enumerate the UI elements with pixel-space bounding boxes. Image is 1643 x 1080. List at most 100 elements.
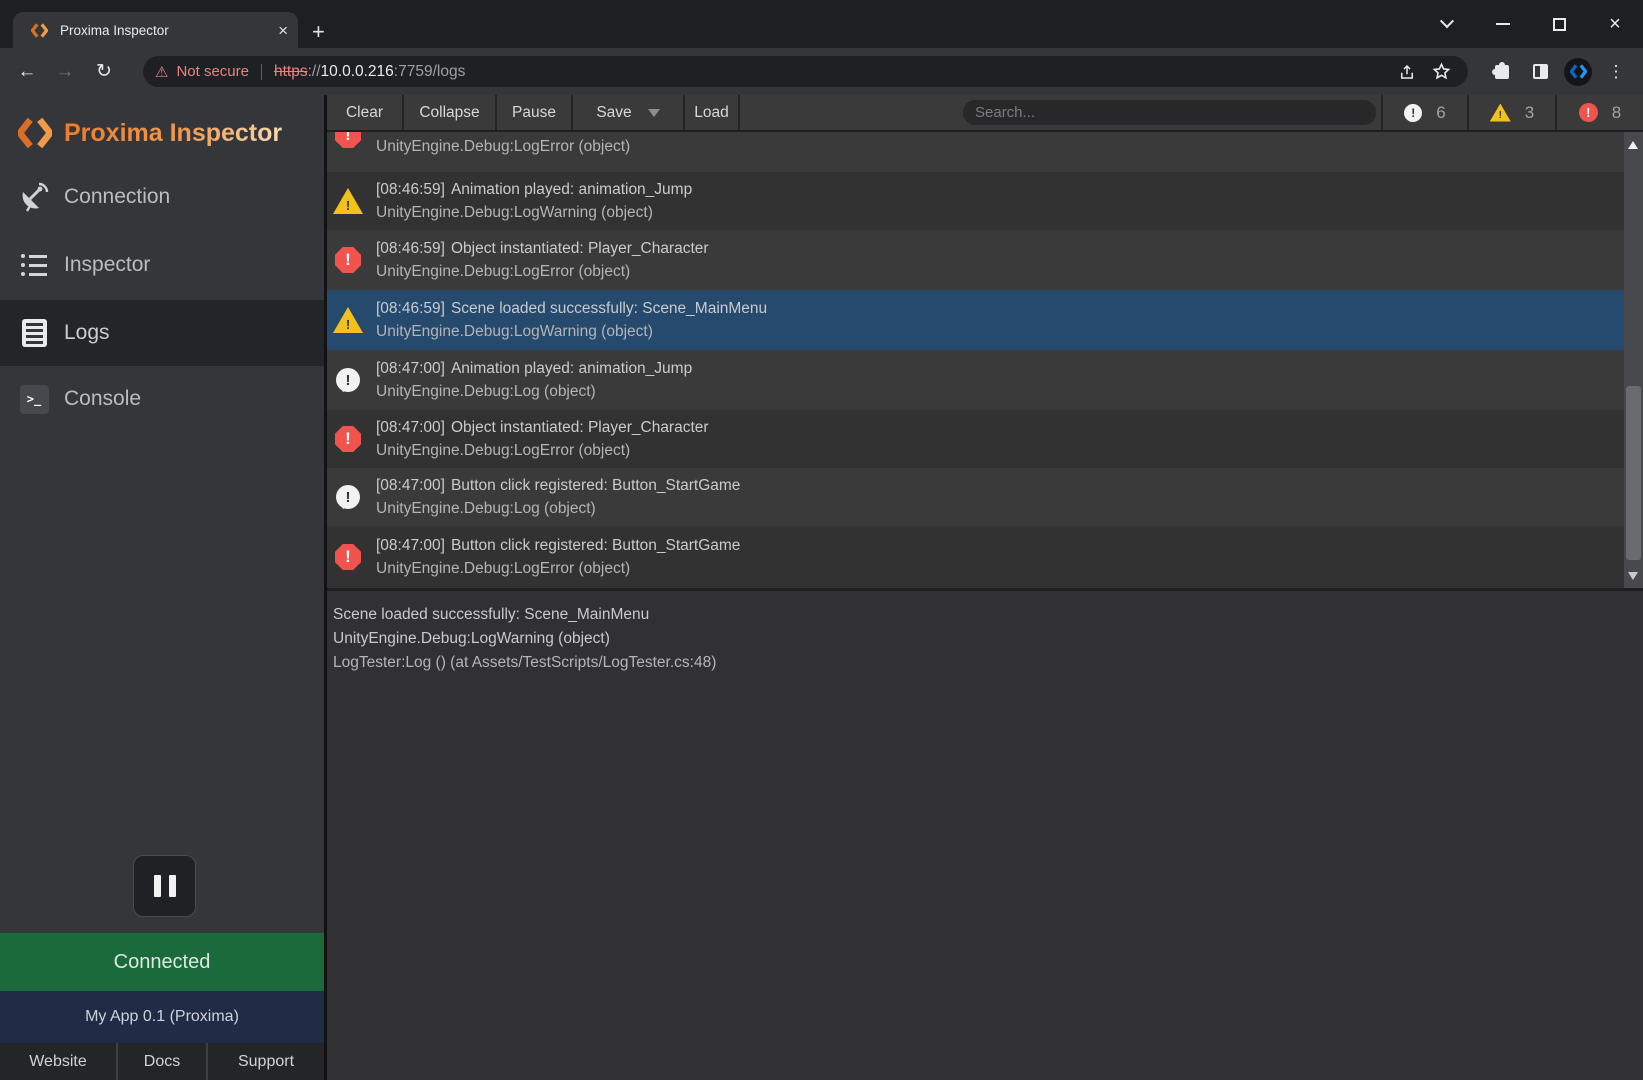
docs-link[interactable]: Docs	[116, 1043, 206, 1080]
error-count: 8	[1612, 103, 1621, 123]
info-icon: !	[336, 368, 360, 392]
sidebar-item-connection[interactable]: Connection	[0, 164, 324, 230]
log-entry[interactable]: ! [08:47:00]Button click registered: But…	[327, 526, 1624, 588]
terminal-icon: >_	[18, 385, 50, 414]
error-icon: !	[335, 544, 361, 570]
log-stack: UnityEngine.Debug:LogError (object)	[376, 260, 709, 283]
minimize-button[interactable]	[1475, 0, 1531, 48]
log-entry-selected[interactable]: ! [08:46:59]Scene loaded successfully: S…	[327, 290, 1624, 350]
info-icon: !	[336, 485, 360, 509]
sidebar-footer: Website Docs Support	[0, 1043, 324, 1080]
warning-icon: !	[333, 307, 363, 333]
maximize-button[interactable]	[1531, 0, 1587, 48]
tab-title: Proxima Inspector	[60, 23, 278, 38]
sidebar: Proxima Inspector Connection	[0, 95, 324, 1080]
proxima-logo-icon	[18, 116, 52, 150]
error-icon: !	[335, 426, 361, 452]
log-message: [08:46:59]Object instantiated: Player_Ch…	[376, 237, 709, 260]
extensions-puzzle-icon[interactable]	[1483, 65, 1521, 79]
app-info-bar: My App 0.1 (Proxima)	[0, 991, 324, 1043]
address-divider	[261, 64, 262, 80]
detail-message: Scene loaded successfully: Scene_MainMen…	[333, 603, 1633, 627]
pause-icon	[154, 875, 161, 897]
warning-count: 3	[1525, 103, 1534, 123]
log-stack: UnityEngine.Debug:Log (object)	[376, 497, 740, 520]
error-icon: !	[1579, 103, 1598, 122]
sidebar-item-label: Inspector	[64, 253, 150, 277]
bookmark-star-icon[interactable]	[1424, 62, 1458, 81]
log-entry[interactable]: ! [08:46:59]Animation played: animation_…	[327, 172, 1624, 230]
error-count-filter[interactable]: ! 8	[1555, 95, 1643, 130]
sidebar-item-label: Console	[64, 387, 141, 411]
clear-button[interactable]: Clear	[327, 95, 404, 130]
warning-count-filter[interactable]: ! 3	[1467, 95, 1555, 130]
website-link[interactable]: Website	[0, 1043, 116, 1080]
info-count-filter[interactable]: ! 6	[1381, 95, 1467, 130]
error-icon: !	[335, 247, 361, 273]
log-stack: UnityEngine.Debug:LogWarning (object)	[376, 201, 692, 224]
sidebar-item-inspector[interactable]: Inspector	[0, 232, 324, 298]
side-panel-icon[interactable]	[1521, 64, 1559, 79]
share-icon[interactable]	[1390, 63, 1424, 81]
satellite-icon	[18, 181, 50, 213]
collapse-button[interactable]: Collapse	[404, 95, 497, 130]
support-link[interactable]: Support	[206, 1043, 324, 1080]
info-icon: !	[1404, 104, 1422, 122]
log-stack: UnityEngine.Debug:Log (object)	[376, 380, 692, 403]
save-dropdown-icon[interactable]	[648, 109, 660, 117]
scrollbar[interactable]	[1624, 132, 1643, 588]
pause-button[interactable]: Pause	[497, 95, 573, 130]
tab-strip: Proxima Inspector × + ×	[0, 0, 1643, 48]
log-entry[interactable]: ! [08:47:00]Animation played: animation_…	[327, 350, 1624, 410]
document-icon	[18, 319, 50, 347]
log-message: [08:47:00]Button click registered: Butto…	[376, 534, 740, 557]
sidebar-item-logs[interactable]: Logs	[0, 300, 324, 366]
log-stack: UnityEngine.Debug:LogWarning (object)	[376, 320, 767, 343]
list-icon	[18, 254, 50, 276]
log-message: [08:46:59]Scene loaded successfully: Sce…	[376, 297, 767, 320]
log-entry[interactable]: ! [08:47:00]Object instantiated: Player_…	[327, 410, 1624, 468]
log-stack: UnityEngine.Debug:LogError (object)	[376, 439, 709, 462]
load-button[interactable]: Load	[685, 95, 740, 130]
window-close-button[interactable]: ×	[1587, 0, 1643, 48]
log-entry[interactable]: ! UnityEngine.Debug:LogError (object)	[327, 132, 1624, 172]
browser-navbar: ← → ↻ ⚠ Not secure https://10.0.0.216:77…	[0, 48, 1643, 95]
save-button[interactable]: Save	[573, 95, 685, 130]
scroll-up-icon[interactable]	[1628, 141, 1638, 149]
log-detail-panel: Scene loaded successfully: Scene_MainMen…	[327, 591, 1643, 1080]
profile-avatar[interactable]	[1559, 58, 1597, 86]
tab-search-chevron-icon[interactable]	[1419, 0, 1475, 48]
sidebar-item-label: Logs	[64, 321, 110, 345]
pause-stream-button[interactable]	[133, 855, 196, 917]
log-entry[interactable]: ! [08:46:59]Object instantiated: Player_…	[327, 230, 1624, 290]
sidebar-item-label: Connection	[64, 185, 170, 209]
browser-tab[interactable]: Proxima Inspector ×	[13, 12, 298, 48]
app-title: Proxima Inspector	[64, 119, 282, 148]
warning-icon: !	[333, 188, 363, 214]
scroll-down-icon[interactable]	[1628, 572, 1638, 580]
new-tab-button[interactable]: +	[312, 19, 325, 45]
log-entry[interactable]: ! [08:47:00]Button click registered: But…	[327, 468, 1624, 526]
browser-menu-icon[interactable]: ⋮	[1597, 62, 1635, 82]
detail-source-line: LogTester:Log () (at Assets/TestScripts/…	[333, 651, 1633, 675]
warning-icon: !	[1490, 104, 1511, 122]
url-text: https://10.0.0.216:7759/logs	[274, 63, 465, 81]
log-message: [08:46:59]Animation played: animation_Ju…	[376, 178, 692, 201]
connection-status-badge: Connected	[0, 933, 324, 991]
log-list: ! UnityEngine.Debug:LogError (object) ! …	[327, 132, 1643, 588]
search-input[interactable]	[963, 100, 1376, 125]
error-icon: !	[335, 132, 361, 148]
tab-close-icon[interactable]: ×	[278, 22, 288, 39]
not-secure-label[interactable]: Not secure	[176, 63, 249, 80]
logs-panel: Clear Collapse Pause Save Load ! 6 ! 3	[327, 95, 1643, 1080]
detail-stack-line: UnityEngine.Debug:LogWarning (object)	[333, 627, 1633, 651]
scrollbar-thumb[interactable]	[1626, 386, 1641, 560]
proxima-favicon-icon	[31, 22, 48, 39]
forward-button[interactable]: →	[47, 48, 83, 95]
sidebar-item-console[interactable]: >_ Console	[0, 366, 324, 432]
reload-button[interactable]: ↻	[86, 48, 122, 95]
back-button[interactable]: ←	[9, 48, 45, 95]
info-count: 6	[1436, 103, 1445, 123]
browser-window: Proxima Inspector × + × ← → ↻ ⚠ Not secu…	[0, 0, 1643, 1080]
address-bar[interactable]: ⚠ Not secure https://10.0.0.216:7759/log…	[143, 56, 1468, 87]
